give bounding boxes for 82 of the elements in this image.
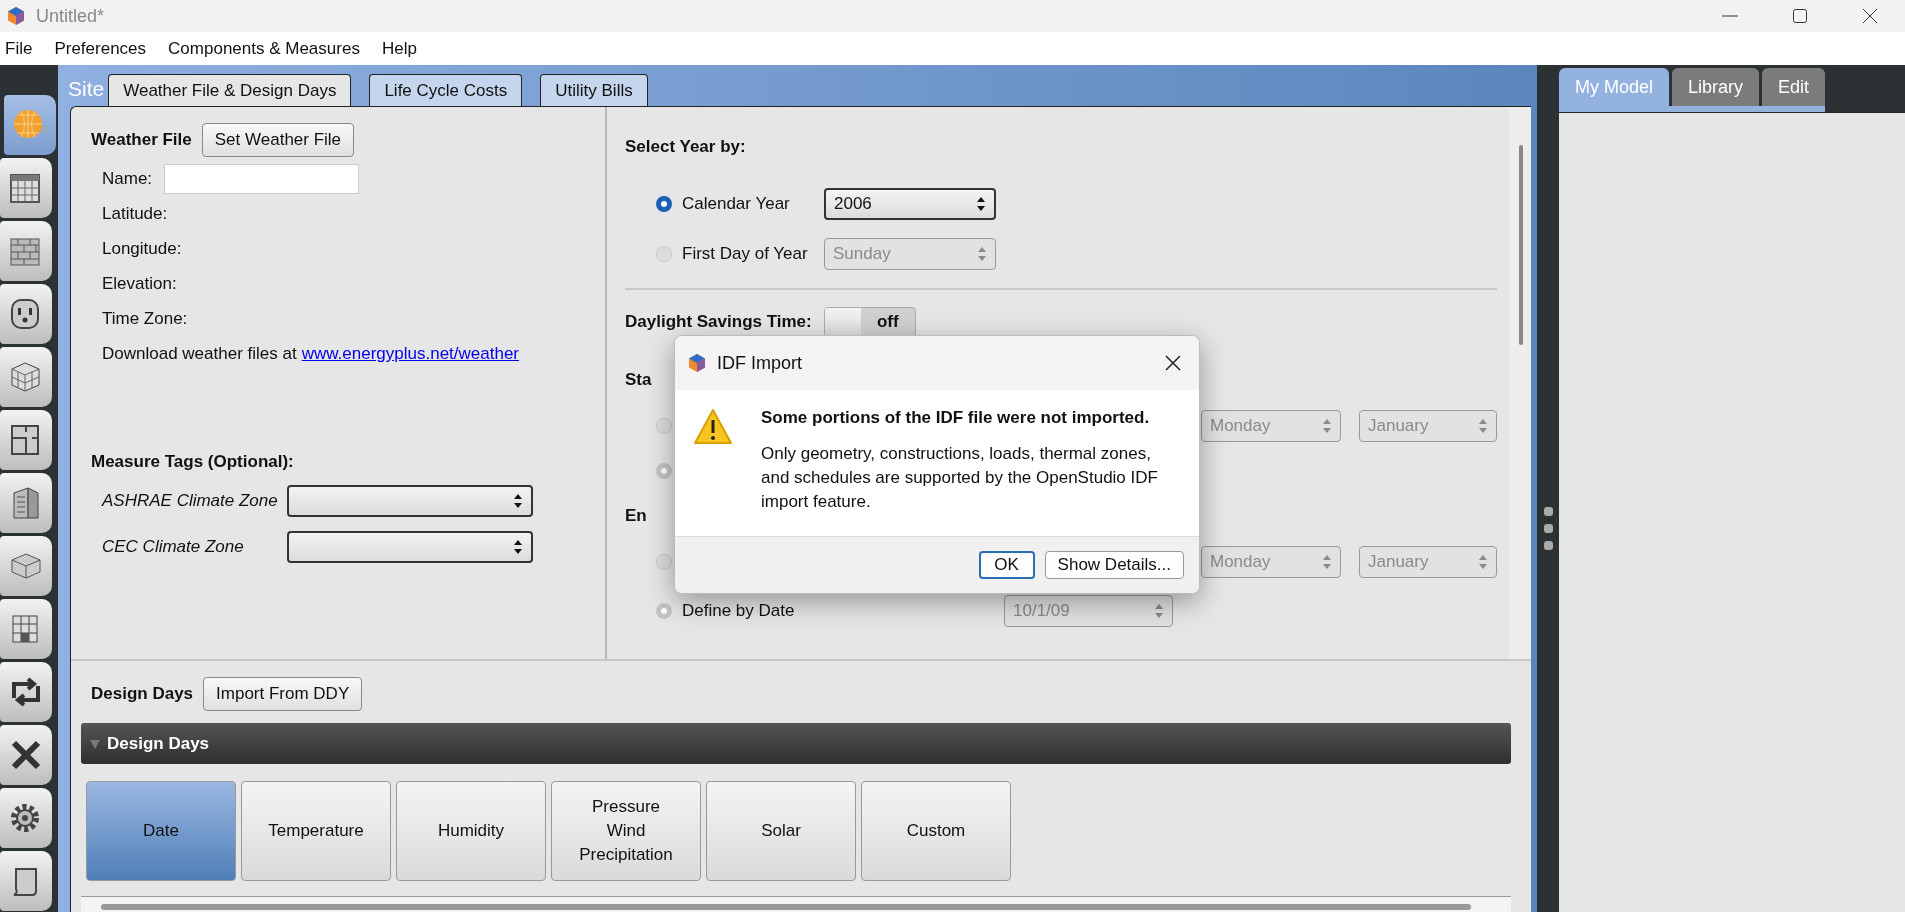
maximize-icon bbox=[1792, 8, 1808, 24]
climate-zone-combo-box[interactable] bbox=[287, 485, 533, 517]
field-label: Time Zone: bbox=[102, 309, 188, 329]
dialog-button[interactable]: Show Details... bbox=[1044, 551, 1184, 579]
sidebar-tab[interactable] bbox=[0, 662, 52, 722]
climate-zone-combo-box[interactable] bbox=[287, 531, 533, 563]
sidebar-tab[interactable] bbox=[0, 284, 52, 344]
daylight-savings-label: Daylight Savings Time: bbox=[625, 312, 812, 332]
design-day-tab[interactable]: Custom bbox=[861, 781, 1011, 881]
scrollbar-thumb[interactable] bbox=[1519, 145, 1523, 345]
sidebar-tab[interactable] bbox=[0, 473, 52, 533]
field-label: Latitude: bbox=[102, 204, 168, 224]
section-heading: Design Days bbox=[91, 684, 194, 704]
field-label: CEC Climate Zone bbox=[102, 537, 245, 557]
dialog-message: Only geometry, constructions, loads, thermal zones, and schedules are supported by the OpenStudio IDF import feature. bbox=[761, 443, 1159, 513]
up-down-arrows-icon bbox=[513, 493, 523, 509]
section-heading: Measure Tags (Optional): bbox=[91, 452, 294, 472]
import-button[interactable]: Import From DDY bbox=[203, 677, 363, 711]
dialog-title: IDF Import bbox=[717, 352, 803, 374]
close-icon bbox=[1862, 8, 1878, 24]
design-day-tab[interactable]: Humidity bbox=[396, 781, 546, 881]
section-heading: En bbox=[625, 506, 647, 526]
menu-item[interactable]: Preferences bbox=[54, 38, 147, 59]
menu-item[interactable]: Help bbox=[381, 38, 417, 59]
window-title: Untitled* bbox=[36, 5, 106, 27]
dialog-heading: Some portions of the IDF file were not imported. bbox=[761, 408, 1151, 428]
up-down-arrows-icon bbox=[513, 539, 523, 555]
design-day-tab[interactable]: Temperature bbox=[241, 781, 391, 881]
site-label: Site bbox=[68, 76, 105, 101]
up-down-arrows-icon bbox=[976, 196, 986, 212]
warning-icon bbox=[693, 408, 733, 446]
section-heading: Sta bbox=[625, 370, 652, 390]
app-logo-icon bbox=[6, 6, 26, 26]
dialog-button[interactable]: OK bbox=[978, 551, 1035, 579]
radio-button[interactable] bbox=[656, 603, 672, 619]
field-label: Longitude: bbox=[102, 239, 182, 259]
menu-item[interactable]: File bbox=[5, 38, 33, 59]
tab[interactable]: Life Cycle Costs bbox=[369, 74, 523, 106]
set-weather-file-button[interactable]: Set Weather File bbox=[201, 123, 355, 157]
up-down-arrows-icon bbox=[1322, 418, 1332, 434]
design-day-tab[interactable]: Date bbox=[86, 781, 236, 881]
panel-tab[interactable]: Edit bbox=[1762, 68, 1826, 106]
field-label: Elevation: bbox=[102, 274, 177, 294]
up-down-arrows-icon bbox=[1322, 554, 1332, 570]
field-label: Name: bbox=[102, 169, 153, 189]
radio-label: First Day of Year bbox=[682, 244, 809, 264]
up-down-arrows-icon bbox=[1478, 554, 1488, 570]
sidebar-tab[interactable] bbox=[0, 536, 52, 596]
radio-label: Calendar Year bbox=[682, 194, 791, 214]
sidebar-tab[interactable] bbox=[0, 410, 52, 470]
sidebar-tab[interactable] bbox=[0, 851, 52, 911]
toggle-switch[interactable]: off bbox=[823, 307, 916, 337]
section-heading: Weather File bbox=[91, 130, 192, 150]
triangle-icon bbox=[89, 737, 101, 750]
field-label: ASHRAE Climate Zone bbox=[102, 491, 279, 511]
radio-label: Define by Date bbox=[682, 601, 796, 621]
radio-button[interactable] bbox=[656, 196, 672, 212]
sidebar-tab[interactable] bbox=[0, 347, 52, 407]
up-down-arrows-icon bbox=[1478, 418, 1488, 434]
sidebar-tab[interactable] bbox=[0, 158, 52, 218]
design-day-tab[interactable]: Solar bbox=[706, 781, 856, 881]
up-down-arrows-icon bbox=[1154, 603, 1164, 619]
weather-link[interactable]: www.energyplus.net/weather bbox=[301, 344, 519, 364]
year-combo-box[interactable]: 2006 bbox=[824, 188, 996, 220]
sidebar-tab[interactable] bbox=[0, 725, 52, 785]
app-logo-icon bbox=[687, 353, 707, 373]
menu-item[interactable]: Components & Measures bbox=[168, 38, 360, 59]
design-day-tab[interactable]: Pressure Wind Precipitation bbox=[551, 781, 701, 881]
up-down-arrows-icon bbox=[977, 246, 987, 262]
section-header-bar[interactable]: Design Days bbox=[81, 723, 1511, 764]
sidebar-tab[interactable] bbox=[0, 599, 52, 659]
close-icon bbox=[1165, 355, 1181, 371]
minimize-icon bbox=[1722, 15, 1738, 17]
scrollbar-thumb[interactable] bbox=[101, 904, 1471, 910]
download-text: Download weather files at bbox=[102, 344, 297, 364]
section-heading: Select Year by: bbox=[625, 137, 746, 157]
sidebar-tab[interactable] bbox=[0, 788, 52, 848]
tab[interactable]: Utility Bills bbox=[540, 74, 648, 106]
tab[interactable]: Weather File & Design Days bbox=[108, 74, 352, 106]
name-input-field[interactable] bbox=[164, 164, 360, 194]
radio-button[interactable] bbox=[656, 463, 672, 479]
panel-tab[interactable]: Library bbox=[1672, 68, 1760, 106]
